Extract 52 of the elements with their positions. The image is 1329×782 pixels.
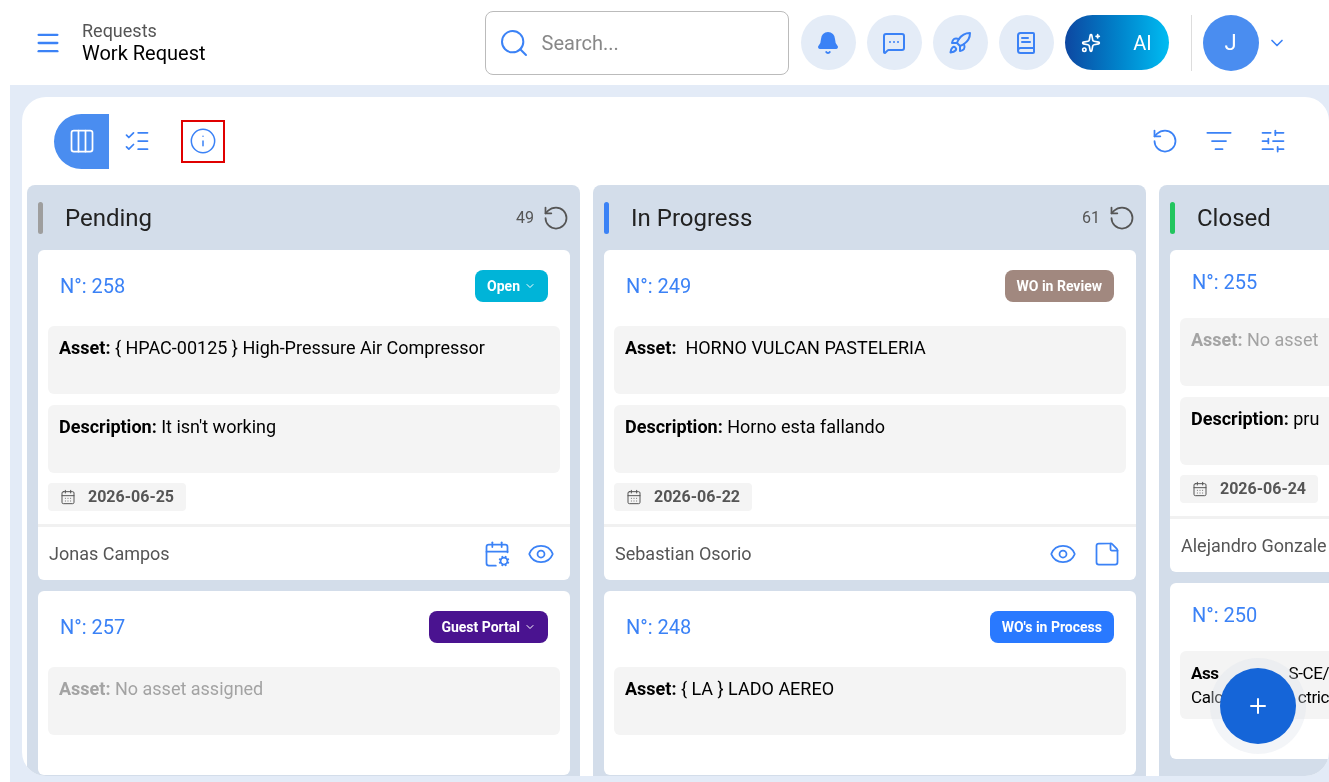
date-chip: 2026-06-22 xyxy=(614,483,753,511)
board-view-tab[interactable] xyxy=(54,113,109,169)
chat-icon xyxy=(882,30,906,55)
column-count: 61 xyxy=(1082,206,1100,229)
calendar-icon xyxy=(60,489,76,505)
calendar-icon xyxy=(626,489,642,505)
refresh-icon[interactable] xyxy=(1151,127,1179,155)
status-badge[interactable]: WO in Review xyxy=(1004,270,1114,302)
asset-text: Asset: No asset assigned xyxy=(59,678,264,699)
asset-text: ctric xyxy=(1297,686,1329,709)
asset-text: Calc xyxy=(1191,686,1223,709)
breadcrumb[interactable]: Requests xyxy=(82,20,206,41)
date-chip: 2026-06-25 xyxy=(48,483,187,511)
calendar-edit-icon[interactable] xyxy=(483,539,511,568)
column-title: Pending xyxy=(65,202,153,234)
info-icon xyxy=(189,127,217,155)
request-number: N°: 250 xyxy=(1192,603,1258,627)
requester-name: Alejandro Gonzale xyxy=(1181,534,1327,558)
status-badge[interactable]: Open xyxy=(475,270,548,302)
rocket-icon xyxy=(948,30,972,55)
asset-text: Asset: No asset xyxy=(1191,329,1319,350)
column-count: 49 xyxy=(516,206,534,229)
request-number: N°: 258 xyxy=(60,274,126,298)
asset-text: S-CE/ xyxy=(1288,662,1329,685)
request-number: N°: 257 xyxy=(60,615,126,639)
requester-name: Sebastian Osorio xyxy=(615,542,752,566)
search-field[interactable]: Search... xyxy=(484,10,789,75)
request-number: N°: 249 xyxy=(626,274,692,298)
requester-name: Jonas Campos xyxy=(49,542,170,566)
column-title: In Progress xyxy=(631,202,753,234)
request-number: N°: 255 xyxy=(1192,270,1258,294)
asset-text: Asset: HORNO VULCAN PASTELERIA xyxy=(625,337,926,358)
description-text: Description: pru xyxy=(1191,408,1320,429)
sparkle-icon xyxy=(1081,32,1102,53)
book-icon xyxy=(1014,30,1038,55)
asset-text: Ass xyxy=(1191,662,1219,685)
status-badge[interactable]: Guest Portal xyxy=(429,611,548,643)
status-badge[interactable]: WO's in Process xyxy=(989,611,1114,643)
bell-icon xyxy=(816,30,840,55)
user-avatar[interactable]: J xyxy=(1202,14,1259,71)
settings-icon[interactable] xyxy=(1259,127,1287,155)
calendar-icon xyxy=(1192,481,1208,497)
ai-button[interactable]: AI xyxy=(1064,15,1169,70)
date-chip: 2026-06-24 xyxy=(1180,475,1319,503)
page-title: Work Request xyxy=(82,40,206,65)
request-number: N°: 248 xyxy=(626,615,692,639)
info-button[interactable] xyxy=(181,119,225,163)
asset-text: Asset: { LA } LADO AEREO xyxy=(625,678,835,699)
description-text: Description: Horno esta fallando xyxy=(625,416,885,437)
asset-text: Asset: { HPAC-00125 } High-Pressure Air Compressor xyxy=(59,337,485,358)
description-text: Description: It isn't working xyxy=(59,416,277,437)
column-title: Closed xyxy=(1197,202,1271,234)
